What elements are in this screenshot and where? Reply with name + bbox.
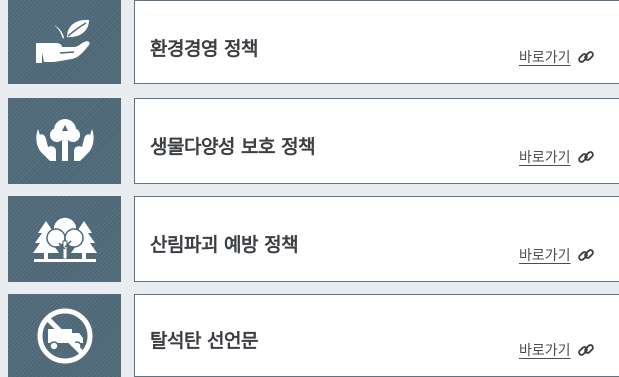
policy-row-environmental-management: 환경경영 정책 바로가기 [8, 0, 619, 84]
link-icon [577, 148, 595, 166]
hand-leaf-icon [34, 17, 96, 67]
link-icon [577, 246, 595, 264]
go-to-link[interactable]: 바로가기 [519, 47, 595, 67]
forest-icon [32, 213, 98, 265]
go-to-link[interactable]: 바로가기 [519, 340, 595, 360]
policy-row-biodiversity: 생물다양성 보호 정책 바로가기 [8, 98, 619, 184]
no-coal-truck-icon [35, 306, 95, 366]
policy-title: 생물다양성 보호 정책 [150, 136, 316, 158]
link-icon [577, 48, 595, 66]
go-to-label: 바로가기 [519, 343, 571, 359]
policy-title: 환경경영 정책 [150, 38, 259, 60]
link-icon [577, 341, 595, 359]
policy-title: 산림파괴 예방 정책 [150, 234, 299, 256]
go-to-label: 바로가기 [519, 150, 571, 166]
policy-row-deforestation: 산림파괴 예방 정책 바로가기 [8, 196, 619, 282]
policy-icon-tile [8, 98, 121, 184]
hands-tree-icon [32, 115, 98, 167]
policy-card: 환경경영 정책 바로가기 [134, 0, 619, 84]
go-to-label: 바로가기 [519, 248, 571, 264]
go-to-link[interactable]: 바로가기 [519, 245, 595, 265]
policy-icon-tile [8, 0, 121, 84]
policy-icon-tile [8, 294, 121, 377]
policy-title: 탈석탄 선언문 [150, 330, 259, 352]
go-to-label: 바로가기 [519, 50, 571, 66]
policy-card: 생물다양성 보호 정책 바로가기 [134, 98, 619, 184]
policy-card: 산림파괴 예방 정책 바로가기 [134, 196, 619, 282]
policy-icon-tile [8, 196, 121, 282]
policy-row-coal-exit: 탈석탄 선언문 바로가기 [8, 294, 619, 377]
go-to-link[interactable]: 바로가기 [519, 147, 595, 167]
policy-card: 탈석탄 선언문 바로가기 [134, 294, 619, 377]
